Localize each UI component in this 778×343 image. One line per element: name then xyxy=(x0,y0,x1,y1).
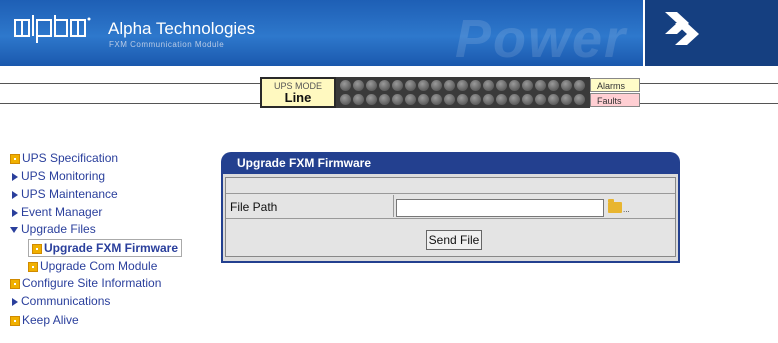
file-path-label: File Path xyxy=(230,200,278,214)
led-indicator xyxy=(418,94,429,105)
led-indicator xyxy=(340,80,351,91)
panel-body: File Path ... Send File xyxy=(221,174,680,263)
led-indicator xyxy=(444,94,455,105)
form-divider xyxy=(226,218,675,219)
sidebar-item-label: Event Manager xyxy=(21,205,103,219)
led-indicator xyxy=(366,80,377,91)
led-indicator xyxy=(483,80,494,91)
alarm-led-row xyxy=(340,80,585,92)
led-indicator xyxy=(470,80,481,91)
sidebar-item-upgrade-fxm-firmware[interactable]: Upgrade FXM Firmware xyxy=(28,239,183,257)
sidebar-item-ups-maintenance[interactable]: UPS Maintenance xyxy=(10,186,118,202)
led-indicator xyxy=(457,80,468,91)
alpha-logo-icon xyxy=(14,15,91,43)
collapse-arrow-icon xyxy=(10,226,18,233)
sidebar-item-label: UPS Maintenance xyxy=(21,187,118,201)
led-indicator xyxy=(444,80,455,91)
status-rule-top-left xyxy=(0,83,260,84)
led-indicator xyxy=(353,94,364,105)
expand-arrow-icon xyxy=(12,208,18,217)
sidebar-item-upgrade-files[interactable]: Upgrade Files xyxy=(10,221,96,237)
sidebar-item-label: Upgrade FXM Firmware xyxy=(44,241,179,255)
led-indicator xyxy=(535,94,546,105)
led-indicator xyxy=(496,80,507,91)
sidebar-item-configure-site-information[interactable]: Configure Site Information xyxy=(10,275,161,291)
sidebar-item-communications[interactable]: Communications xyxy=(10,293,110,309)
led-indicator xyxy=(548,94,559,105)
power-watermark: Power xyxy=(455,9,628,66)
module-subtitle: FXM Communication Module xyxy=(109,40,225,49)
upgrade-firmware-panel: Upgrade FXM Firmware File Path ... Send … xyxy=(221,152,680,263)
fault-led-row xyxy=(340,94,585,106)
led-indicator xyxy=(496,94,507,105)
sidebar-item-ups-specification[interactable]: UPS Specification xyxy=(10,150,118,166)
led-indicator xyxy=(548,80,559,91)
led-indicator xyxy=(379,94,390,105)
expand-arrow-icon xyxy=(12,190,18,199)
upgrade-form: File Path ... Send File xyxy=(225,177,676,257)
sidebar-item-label: Keep Alive xyxy=(22,313,79,327)
led-indicator xyxy=(392,94,403,105)
led-indicator xyxy=(470,94,481,105)
sidebar-item-keep-alive[interactable]: Keep Alive xyxy=(10,312,79,328)
led-indicator xyxy=(418,80,429,91)
alarms-label: Alarms xyxy=(590,78,640,92)
faults-label: Faults xyxy=(590,93,640,107)
page-icon xyxy=(10,278,20,289)
led-indicator xyxy=(483,94,494,105)
page-icon xyxy=(32,243,42,254)
led-indicator xyxy=(431,94,442,105)
led-indicator xyxy=(522,94,533,105)
led-indicator xyxy=(340,94,351,105)
led-indicator xyxy=(509,80,520,91)
led-indicator xyxy=(405,80,416,91)
page-icon xyxy=(10,153,20,164)
sidebar-item-label: Configure Site Information xyxy=(22,276,162,290)
file-path-input[interactable] xyxy=(396,199,604,217)
led-indicator xyxy=(431,80,442,91)
header-banner: Alpha Technologies FXM Communication Mod… xyxy=(0,0,778,66)
led-indicator xyxy=(392,80,403,91)
led-indicator xyxy=(353,80,364,91)
ups-mode-indicator: UPS MODE Line xyxy=(260,77,336,108)
led-indicator xyxy=(561,94,572,105)
led-indicator xyxy=(379,80,390,91)
led-indicator xyxy=(457,94,468,105)
led-indicator xyxy=(561,80,572,91)
ups-mode-value: Line xyxy=(284,90,312,105)
status-rule-bottom-left xyxy=(0,103,260,104)
sidebar-item-upgrade-com-module[interactable]: Upgrade Com Module xyxy=(28,258,157,274)
form-divider xyxy=(226,193,675,194)
sidebar-item-label: Communications xyxy=(21,294,111,308)
cell-divider xyxy=(393,195,394,217)
sidebar-item-label: UPS Specification xyxy=(22,151,119,165)
status-rule-bottom-right xyxy=(640,103,778,104)
send-file-button[interactable]: Send File xyxy=(426,230,482,250)
sidebar-item-event-manager[interactable]: Event Manager xyxy=(10,204,102,220)
expand-arrow-icon xyxy=(12,172,18,181)
sidebar-item-label: UPS Monitoring xyxy=(21,169,106,183)
page-icon xyxy=(10,315,20,326)
panel-title: Upgrade FXM Firmware xyxy=(221,152,680,174)
led-indicator xyxy=(535,80,546,91)
chevron-logo-icon xyxy=(665,12,699,45)
led-indicator xyxy=(366,94,377,105)
sidebar-item-label: Upgrade Files xyxy=(21,222,96,236)
led-indicator xyxy=(574,80,585,91)
led-indicator xyxy=(574,94,585,105)
sidebar-item-label: Upgrade Com Module xyxy=(40,259,158,273)
led-indicator xyxy=(509,94,520,105)
sidebar-item-ups-monitoring[interactable]: UPS Monitoring xyxy=(10,168,105,184)
page-icon xyxy=(28,261,38,272)
company-name: Alpha Technologies xyxy=(108,19,256,38)
expand-arrow-icon xyxy=(12,297,18,306)
led-indicator xyxy=(405,94,416,105)
led-panel xyxy=(336,77,590,108)
led-indicator xyxy=(522,80,533,91)
status-rule-top-right xyxy=(640,83,778,84)
browse-dots: ... xyxy=(623,205,630,214)
folder-browse-icon[interactable] xyxy=(608,199,622,213)
